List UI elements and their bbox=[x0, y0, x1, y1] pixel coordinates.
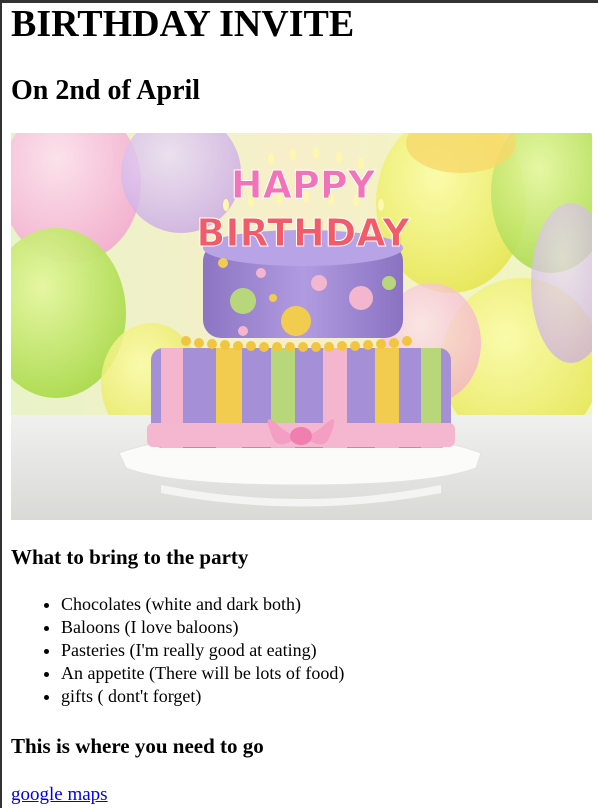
cake-birthday-text: BIRTHDAY bbox=[196, 211, 410, 255]
birthday-cake-image: HAPPY BIRTHDAY bbox=[11, 133, 592, 520]
list-item: gifts ( dont't forget) bbox=[61, 685, 344, 708]
list-item: Chocolates (white and dark both) bbox=[61, 593, 344, 616]
list-item: Baloons (I love baloons) bbox=[61, 616, 344, 639]
window-left-border bbox=[0, 0, 2, 808]
list-item: Pasteries (I'm really good at eating) bbox=[61, 639, 344, 662]
date-heading: On 2nd of April bbox=[11, 75, 201, 106]
bring-list: Chocolates (white and dark both) Baloons… bbox=[11, 593, 344, 708]
bring-heading: What to bring to the party bbox=[11, 545, 249, 569]
google-maps-link[interactable]: google maps bbox=[11, 784, 108, 806]
list-item: An appetite (There will be lots of food) bbox=[61, 662, 344, 685]
location-heading: This is where you need to go bbox=[11, 734, 264, 758]
page-title: BIRTHDAY INVITE bbox=[11, 3, 355, 45]
